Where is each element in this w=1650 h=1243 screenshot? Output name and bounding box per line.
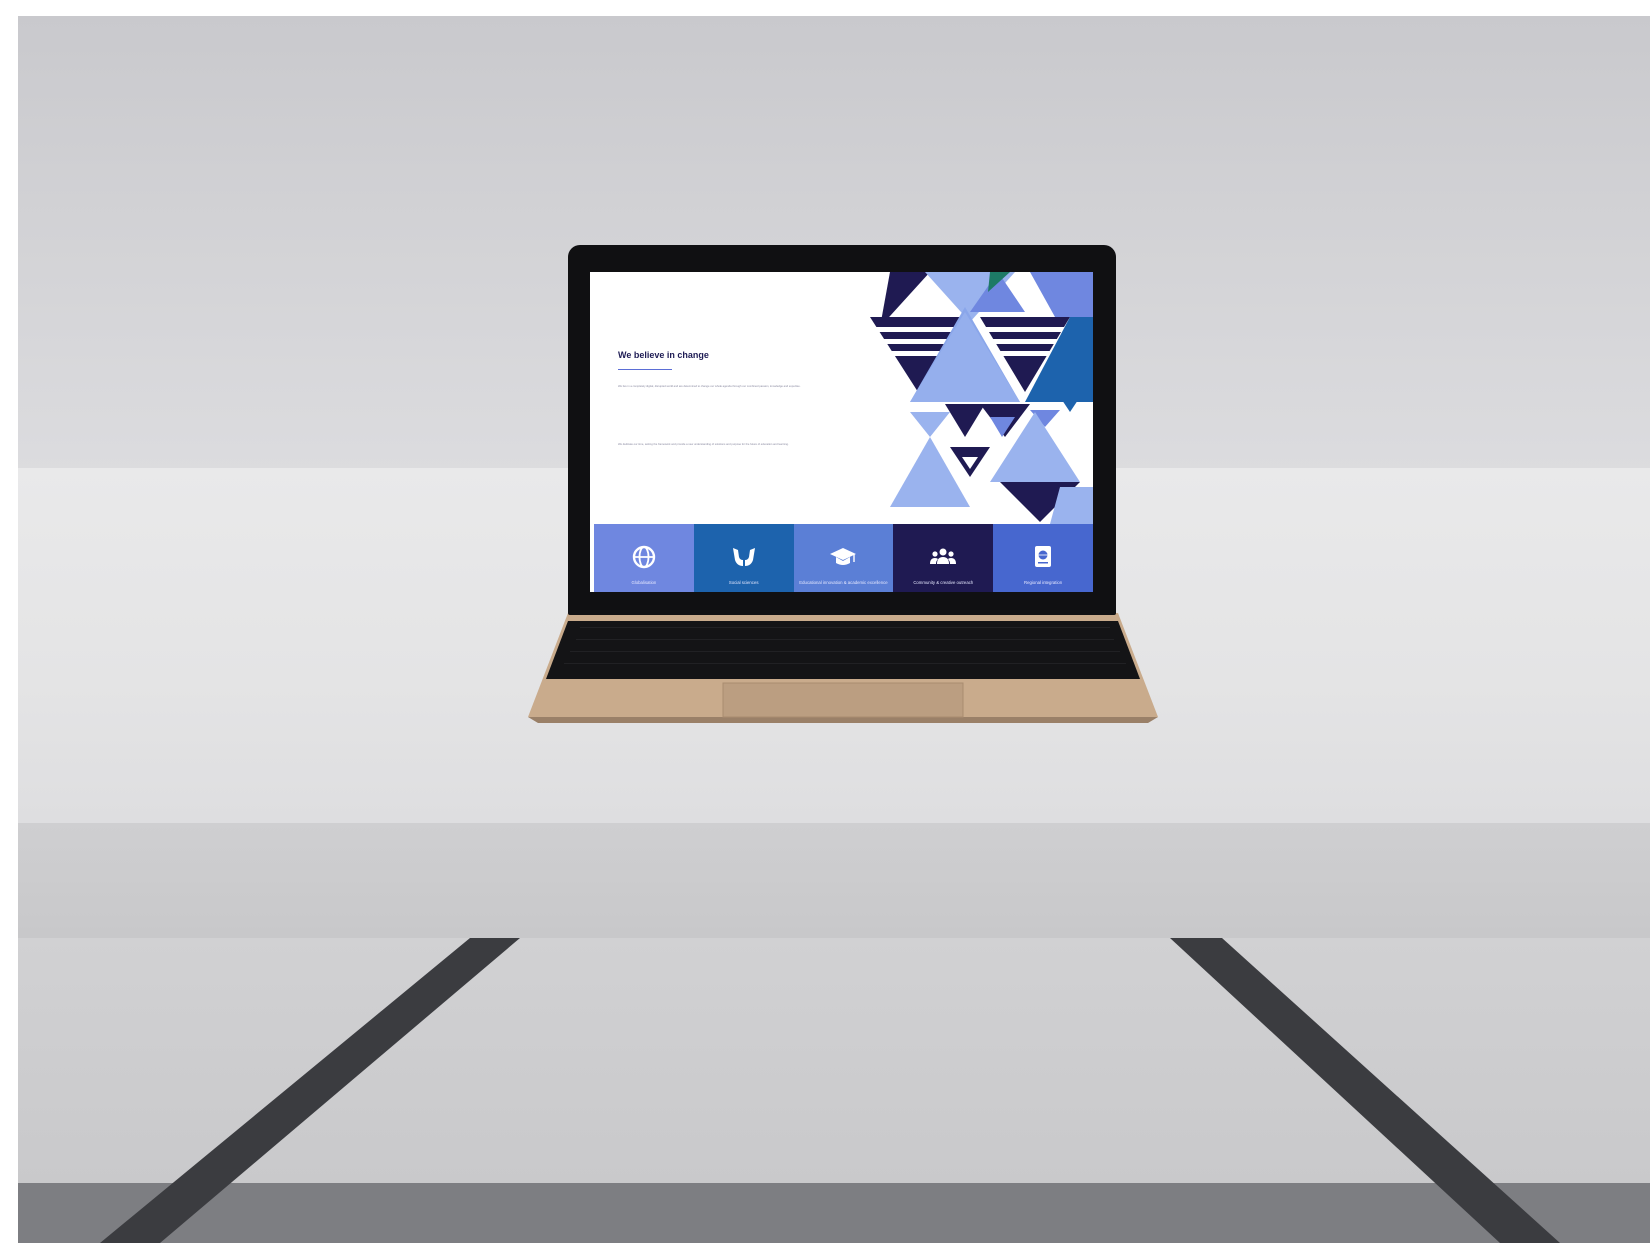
tile-community-outreach[interactable]: Community & creative outreach — [893, 524, 994, 592]
tile-label: Social sciences — [728, 580, 759, 585]
secondary-paragraph: We dedicate our time, setting the framew… — [618, 443, 789, 446]
table-edge — [18, 823, 1650, 938]
tile-globalisation[interactable]: Globalisation — [594, 524, 694, 592]
trackpad — [722, 682, 964, 718]
graduation-cap-icon — [830, 548, 857, 565]
people-icon — [930, 548, 957, 564]
triangle-pattern — [870, 272, 1093, 524]
laptop-screen: We believe in change We live in a comple… — [590, 272, 1093, 592]
feature-tiles: Globalisation Social sciences Educationa… — [594, 524, 1093, 592]
globe-icon — [632, 545, 656, 569]
tile-educational-innovation[interactable]: Educational innovation & academic excell… — [793, 524, 894, 592]
keyboard — [546, 621, 1140, 679]
tile-regional-integration[interactable]: Regional integration — [993, 524, 1093, 592]
heading-underline — [618, 369, 672, 370]
hands-icon — [732, 548, 755, 566]
table-legs — [100, 938, 1560, 1243]
tile-label: Regional integration — [1023, 580, 1063, 585]
tile-label: Community & creative outreach — [913, 580, 974, 585]
laptop-base — [528, 613, 1158, 723]
tile-social-sciences[interactable]: Social sciences — [693, 524, 794, 592]
tile-label: Educational innovation & academic excell… — [799, 580, 888, 585]
intro-paragraph: We live in a completely digital, disrupt… — [618, 385, 801, 388]
photo-scene: We believe in change We live in a comple… — [0, 0, 1650, 1243]
tile-label: Globalisation — [631, 580, 657, 585]
book-globe-icon — [1035, 546, 1052, 567]
page-heading: We believe in change — [618, 350, 709, 360]
